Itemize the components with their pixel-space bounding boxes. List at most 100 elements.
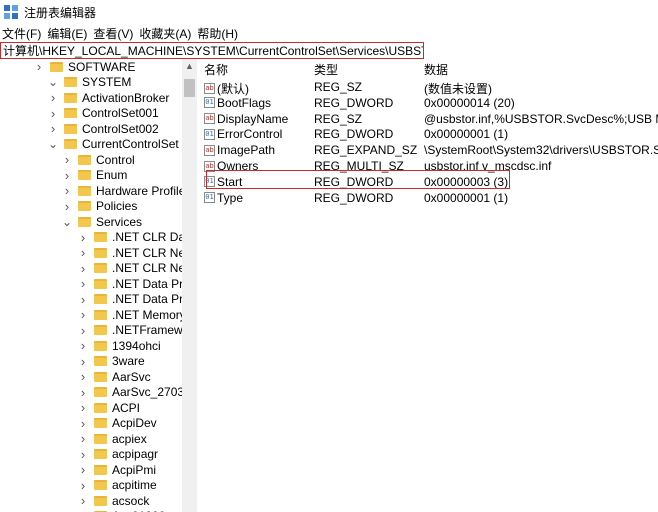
chevron-right-icon[interactable]: › <box>78 276 88 291</box>
tree-item[interactable]: › 3ware <box>78 354 145 370</box>
tree-item[interactable]: › ControlSet001 <box>48 106 159 122</box>
tree-item-label: ActivationBroker <box>82 90 170 105</box>
tree-item[interactable]: › .NET CLR Netw <box>78 245 196 261</box>
tree-item-label: AarSvc <box>112 369 151 384</box>
tree-item-label: Policies <box>96 199 138 214</box>
tree-item[interactable]: › .NET Memory <box>78 307 186 323</box>
chevron-right-icon[interactable]: › <box>78 369 88 384</box>
folder-icon <box>94 309 107 320</box>
chevron-right-icon[interactable]: › <box>62 183 72 198</box>
chevron-right-icon[interactable]: › <box>78 323 88 338</box>
value-row[interactable]: 01 ErrorControl REG_DWORD 0x00000001 (1) <box>198 127 658 143</box>
chevron-right-icon[interactable]: › <box>34 59 44 74</box>
tree-item[interactable]: › .NET Data Prov <box>78 292 196 308</box>
chevron-right-icon[interactable]: › <box>78 354 88 369</box>
folder-icon <box>78 216 91 227</box>
folder-icon <box>94 263 107 274</box>
chevron-down-icon[interactable]: ⌄ <box>48 137 58 151</box>
menu-edit[interactable]: 编辑(E) <box>47 25 87 42</box>
tree-item[interactable]: › acpitime <box>78 478 157 494</box>
folder-icon <box>94 325 107 336</box>
chevron-right-icon[interactable]: › <box>62 199 72 214</box>
tree-item[interactable]: › ACPI <box>78 400 140 416</box>
value-row[interactable]: ab ImagePath REG_EXPAND_SZ \SystemRoot\Syst… <box>198 143 658 159</box>
chevron-right-icon[interactable]: › <box>78 478 88 493</box>
tree-item[interactable]: ⌄ SYSTEM <box>48 75 131 91</box>
tree-item[interactable]: › Hardware Profiles <box>62 183 192 199</box>
value-row[interactable]: 01 BootFlags REG_DWORD 0x00000014 (20) <box>198 96 658 112</box>
tree-item[interactable]: › acpipagr <box>78 447 158 463</box>
chevron-right-icon[interactable]: › <box>78 261 88 276</box>
chevron-right-icon[interactable]: › <box>48 121 58 136</box>
tree-item[interactable]: › .NET CLR Netw <box>78 261 196 277</box>
column-type-header[interactable]: 类型 <box>314 61 338 78</box>
tree-item[interactable]: › 1394ohci <box>78 338 161 354</box>
chevron-right-icon[interactable]: › <box>62 168 72 183</box>
tree-item[interactable]: › acsock <box>78 493 150 509</box>
list-header: 名称 类型 数据 <box>198 61 658 77</box>
chevron-right-icon[interactable]: › <box>78 462 88 477</box>
menu-help[interactable]: 帮助(H) <box>197 25 238 42</box>
value-row[interactable]: 01 Type REG_DWORD 0x00000001 (1) <box>198 191 658 207</box>
tree-item[interactable]: › Enum <box>62 168 128 184</box>
tree-item[interactable]: › .NET CLR Data <box>78 230 195 246</box>
chevron-right-icon[interactable]: › <box>78 416 88 431</box>
folder-icon <box>50 61 63 72</box>
chevron-right-icon[interactable]: › <box>78 338 88 353</box>
tree-item[interactable]: › AarSvc <box>78 369 151 385</box>
chevron-right-icon[interactable]: › <box>62 152 72 167</box>
tree-item[interactable]: › Policies <box>62 199 138 215</box>
chevron-down-icon[interactable]: ⌄ <box>62 215 72 229</box>
folder-icon <box>94 402 107 413</box>
tree-item[interactable]: › .NET Data Prov <box>78 276 196 292</box>
column-data-header[interactable]: 数据 <box>424 61 448 78</box>
chevron-right-icon[interactable]: › <box>78 385 88 400</box>
tree-item[interactable]: › AcpiDev <box>78 416 157 432</box>
scroll-thumb[interactable] <box>184 79 195 97</box>
tree-item-label: AcpiDev <box>112 416 157 431</box>
value-name-cell: ab DisplayName <box>204 112 288 126</box>
chevron-right-icon[interactable]: › <box>78 307 88 322</box>
scroll-up-icon[interactable]: ▲ <box>182 59 197 73</box>
tree-item[interactable]: › SOFTWARE <box>34 59 136 75</box>
address-input[interactable]: 计算机\HKEY_LOCAL_MACHINE\SYSTEM\CurrentCon… <box>0 42 424 59</box>
menu-file[interactable]: 文件(F) <box>2 25 41 42</box>
value-type: REG_DWORD <box>314 127 394 142</box>
chevron-right-icon[interactable]: › <box>78 230 88 245</box>
tree-item[interactable]: › AcpiPmi <box>78 462 156 478</box>
tree-item[interactable]: ⌄ CurrentControlSet <box>48 137 179 153</box>
tree-item[interactable]: › ControlSet002 <box>48 121 159 137</box>
tree-item[interactable]: › Control <box>62 152 135 168</box>
column-name-header[interactable]: 名称 <box>204 61 228 78</box>
value-name: Type <box>217 190 244 205</box>
tree-item[interactable]: › .NETFramewor <box>78 323 194 339</box>
tree-item-label: 3ware <box>112 354 145 369</box>
chevron-right-icon[interactable]: › <box>78 493 88 508</box>
value-row[interactable]: ab DisplayName REG_SZ @usbstor.inf,%USBSTOR… <box>198 112 658 128</box>
tree-scrollbar[interactable]: ▲ <box>182 59 197 512</box>
folder-icon <box>64 108 77 119</box>
tree-item[interactable]: › ActivationBroker <box>48 90 170 106</box>
chevron-right-icon[interactable]: › <box>78 431 88 446</box>
tree-item[interactable]: › AarSvc_270333 <box>78 385 196 401</box>
value-name-cell: 01 BootFlags <box>204 96 271 110</box>
menu-favorites[interactable]: 收藏夹(A) <box>139 25 191 42</box>
chevron-down-icon[interactable]: ⌄ <box>48 75 58 89</box>
tree-item-label: ControlSet001 <box>82 106 159 121</box>
tree-item[interactable]: ⌄ Services <box>62 214 142 230</box>
chevron-right-icon[interactable]: › <box>78 245 88 260</box>
menu-view[interactable]: 查看(V) <box>93 25 133 42</box>
tree-item[interactable]: › acpiex <box>78 431 147 447</box>
tree-item-label: ControlSet002 <box>82 121 159 136</box>
tree-item[interactable]: ›Acx01000 <box>78 509 165 512</box>
chevron-right-icon[interactable]: › <box>48 106 58 121</box>
value-row[interactable]: ab (默认) REG_SZ (数值未设置) <box>198 80 658 96</box>
tree-item-label: Services <box>96 214 143 229</box>
value-data: \SystemRoot\System32\drivers\USBSTOR.SYS <box>424 143 658 158</box>
chevron-right-icon[interactable]: › <box>48 90 58 105</box>
chevron-right-icon[interactable]: › <box>78 292 88 307</box>
chevron-right-icon[interactable]: › <box>78 447 88 462</box>
chevron-right-icon[interactable]: › <box>78 400 88 415</box>
string-value-icon: ab <box>204 144 215 156</box>
value-name: DisplayName <box>217 111 289 126</box>
